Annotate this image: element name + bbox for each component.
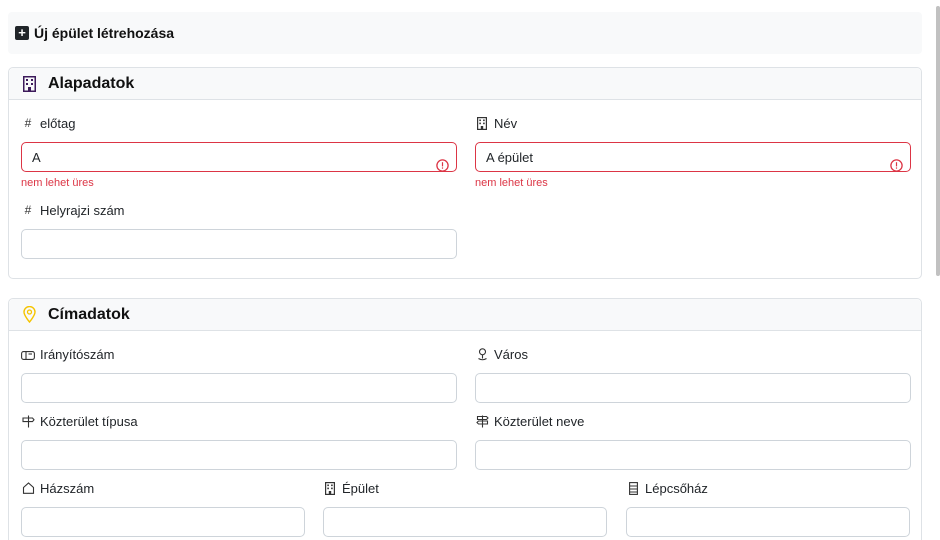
page-header: + Új épület létrehozása	[8, 12, 922, 54]
name-input[interactable]	[475, 142, 911, 172]
city-label: Város	[494, 346, 528, 362]
error-icon	[890, 159, 903, 175]
building-icon	[475, 116, 489, 130]
building-input[interactable]	[323, 507, 607, 537]
address-card: Címadatok Irányítószám Város Közterület …	[8, 298, 922, 540]
signpost-icon	[21, 415, 35, 428]
street-name-label: Közterület neve	[494, 413, 585, 429]
address-data-title: Címadatok	[48, 305, 130, 323]
house-icon	[21, 482, 35, 494]
city-field: Város	[475, 345, 911, 403]
error-icon	[436, 159, 449, 175]
prefix-input[interactable]	[21, 142, 457, 172]
house-number-label: Házszám	[40, 480, 95, 496]
staircase-label: Lépcsőház	[645, 480, 708, 496]
lot-number-field: # Helyrajzi szám	[21, 201, 457, 259]
staircase-field: Lépcsőház	[626, 479, 910, 537]
building-label: Épület	[342, 480, 379, 496]
name-field: Név nem lehet üres	[475, 114, 911, 189]
prefix-label: előtag	[40, 115, 76, 131]
signpost-split-icon	[475, 415, 489, 428]
house-number-input[interactable]	[21, 507, 305, 537]
lot-number-input[interactable]	[21, 229, 457, 259]
name-label: Név	[494, 115, 518, 131]
building-icon	[323, 481, 337, 495]
lot-number-label: Helyrajzi szám	[40, 202, 125, 218]
postal-code-field: Irányítószám	[21, 345, 457, 403]
street-type-field: Közterület típusa	[21, 412, 457, 470]
page-title: Új épület létrehozása	[34, 25, 175, 41]
plus-square-icon: +	[15, 26, 29, 40]
hash-icon: #	[24, 116, 32, 130]
postal-code-label: Irányítószám	[40, 346, 115, 362]
map-pin-icon	[23, 306, 36, 323]
prefix-error: nem lehet üres	[21, 177, 94, 189]
street-type-label: Közterület típusa	[40, 413, 138, 429]
scrollbar-thumb[interactable]	[936, 6, 940, 276]
building-icon	[23, 75, 36, 92]
mailbox-icon	[21, 349, 35, 360]
basic-data-card: Alapadatok # előtag nem lehet üres Név	[8, 67, 922, 279]
street-type-input[interactable]	[21, 440, 457, 470]
basic-data-card-header: Alapadatok	[9, 68, 921, 100]
street-name-input[interactable]	[475, 440, 911, 470]
person-pin-icon	[475, 347, 489, 361]
hash-icon: #	[24, 203, 32, 217]
city-input[interactable]	[475, 373, 911, 403]
building-field: Épület	[323, 479, 607, 537]
house-number-field: Házszám	[21, 479, 305, 537]
street-name-field: Közterület neve	[475, 412, 911, 470]
staircase-icon	[626, 481, 640, 495]
name-error: nem lehet üres	[475, 177, 548, 189]
prefix-field: # előtag nem lehet üres	[21, 114, 457, 189]
address-card-header: Címadatok	[9, 299, 921, 331]
staircase-input[interactable]	[626, 507, 910, 537]
postal-code-input[interactable]	[21, 373, 457, 403]
basic-data-title: Alapadatok	[48, 74, 135, 92]
